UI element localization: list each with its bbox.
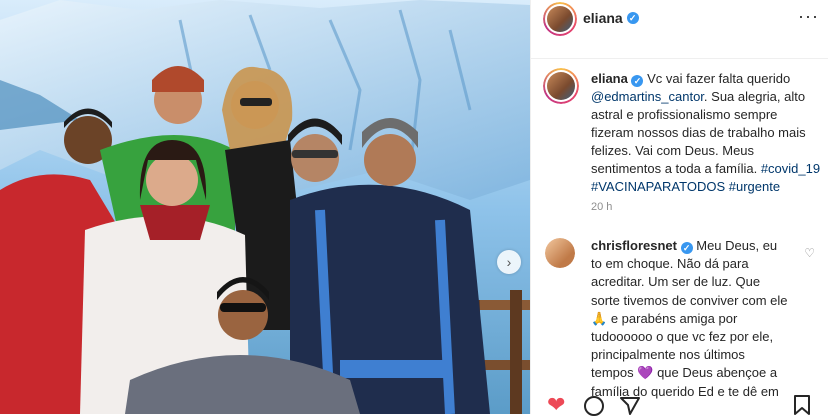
action-bar: ❤: [531, 394, 828, 416]
comment-icon[interactable]: [583, 394, 605, 420]
post-header: eliana ✓ ···: [531, 0, 828, 59]
comment-username[interactable]: chrisfloresnet: [591, 238, 677, 253]
save-icon[interactable]: [793, 394, 811, 420]
share-icon[interactable]: [619, 394, 641, 420]
comment-avatar[interactable]: [545, 238, 575, 268]
comment-like-heart-icon[interactable]: ♡: [804, 246, 815, 260]
header-username[interactable]: eliana: [583, 10, 623, 26]
caption-avatar[interactable]: [543, 68, 579, 104]
post-timestamp[interactable]: 20 h: [591, 201, 612, 213]
verified-badge-icon: ✓: [631, 75, 644, 87]
post-photo[interactable]: ›: [0, 0, 530, 414]
verified-badge-icon: ✓: [680, 242, 693, 254]
caption-username[interactable]: eliana: [591, 71, 628, 86]
more-icon[interactable]: ···: [798, 6, 819, 27]
instagram-post: › eliana ✓ ··· eliana ✓ Vc vai fazer fal…: [0, 0, 828, 416]
group-photo-illustration: [0, 0, 530, 414]
purple-heart-emoji: 💜: [637, 365, 654, 381]
praying-hands-emoji: 🙏: [591, 310, 608, 326]
next-photo-button[interactable]: ›: [497, 250, 521, 274]
verified-badge-icon: ✓: [626, 12, 639, 24]
post-caption: eliana ✓ Vc vai fazer falta querido @edm…: [591, 70, 821, 196]
header-avatar[interactable]: [543, 2, 577, 36]
post-sidebar: eliana ✓ ··· eliana ✓ Vc vai fazer falta…: [530, 0, 828, 416]
comment-item: chrisfloresnet ✓ Meu Deus, eu to em choq…: [591, 237, 791, 401]
caption-mention-link[interactable]: @edmartins_cantor: [591, 89, 704, 104]
caption-text-1: Vc vai fazer falta querido: [647, 71, 791, 86]
heart-icon[interactable]: ❤: [547, 394, 565, 416]
header-username-row: eliana ✓: [583, 10, 639, 26]
chevron-right-icon: ›: [506, 254, 512, 270]
